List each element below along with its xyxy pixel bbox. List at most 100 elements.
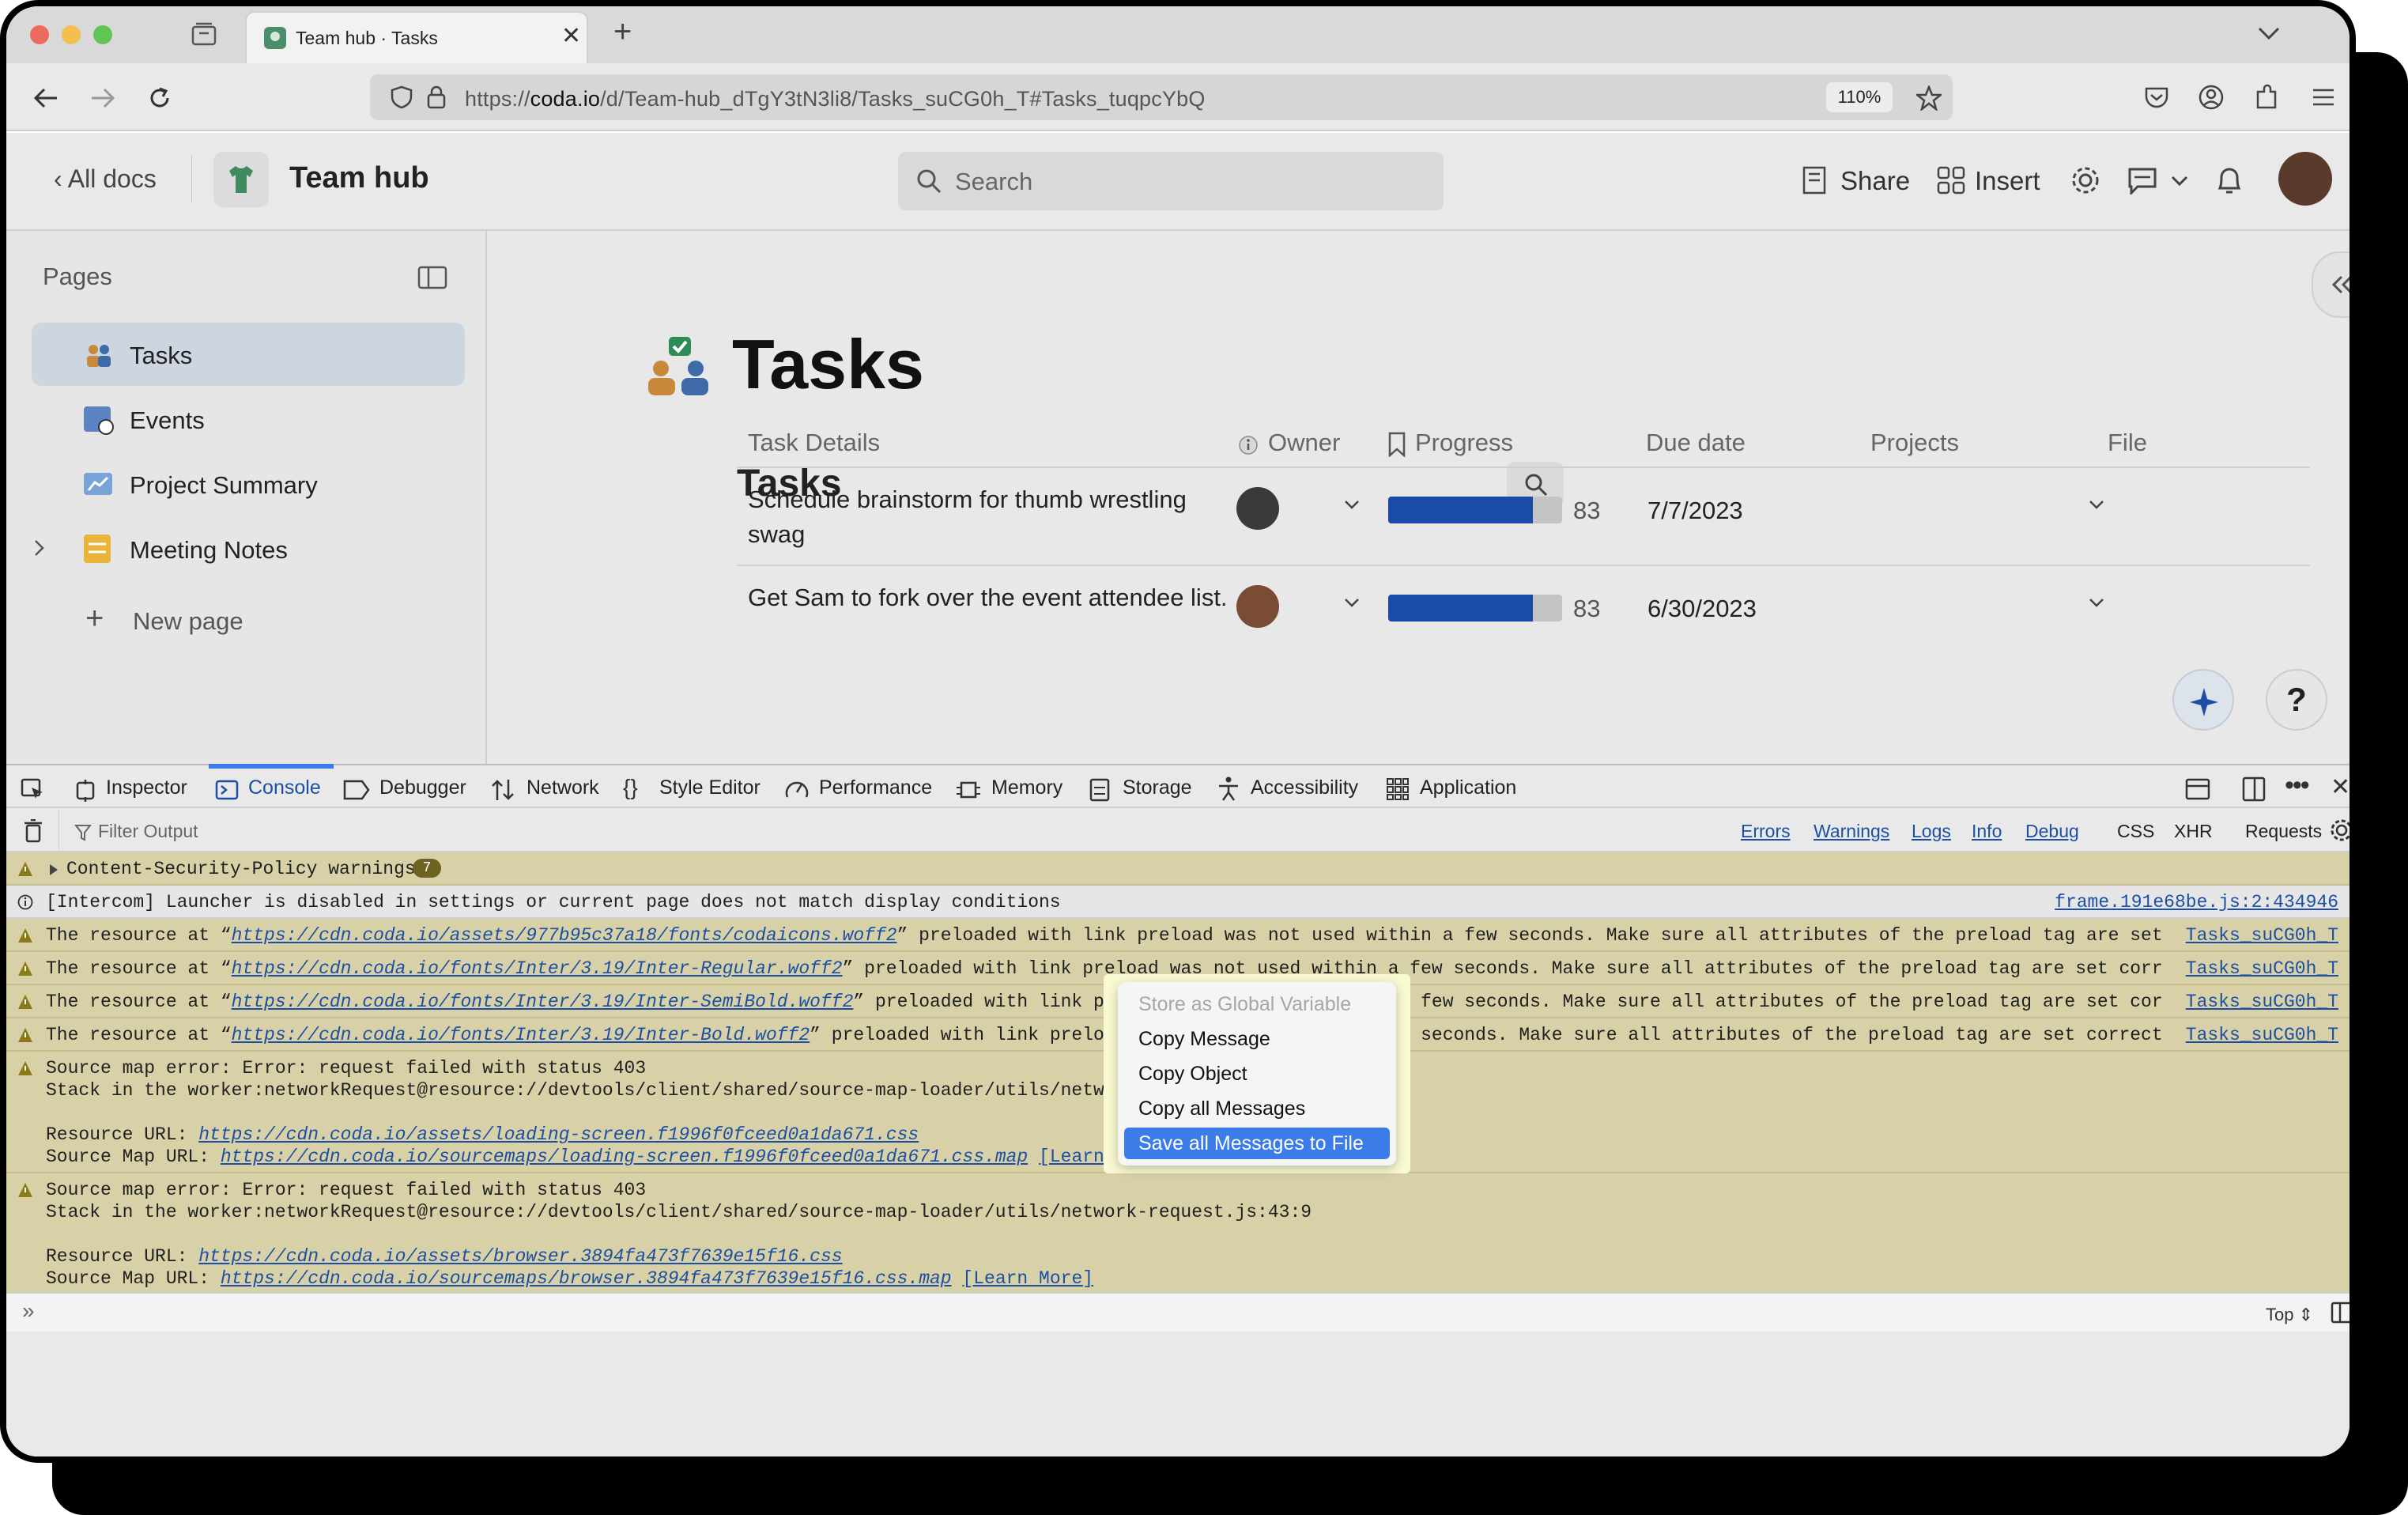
expand-chevron-icon[interactable] <box>33 539 46 557</box>
toggle-sidebar-icon[interactable] <box>417 266 447 289</box>
menu-copy-all-messages[interactable]: Copy all Messages <box>1124 1093 1390 1124</box>
task-details-cell[interactable]: Schedule brainstorm for thumb wrestling … <box>748 482 1238 552</box>
tab-memory[interactable]: Memory <box>991 776 1062 799</box>
comments-dropdown-icon[interactable] <box>2171 176 2188 187</box>
tab-storage[interactable]: Storage <box>1123 776 1192 799</box>
filter-xhr[interactable]: XHR <box>2174 821 2213 842</box>
column-file[interactable]: File <box>2108 429 2147 457</box>
tab-team-hub[interactable]: Team hub · Tasks ✕ <box>245 11 588 63</box>
filter-warnings[interactable]: Warnings <box>1814 821 1889 842</box>
message-source-link[interactable]: frame.191e68be.js:2:434946 <box>2055 892 2338 912</box>
console-message[interactable]: The resource at “https://cdn.coda.io/ass… <box>6 919 2349 952</box>
filter-errors[interactable]: Errors <box>1741 821 1791 842</box>
pocket-icon[interactable] <box>2144 85 2169 109</box>
minimize-window-button[interactable] <box>62 25 81 44</box>
ai-assistant-button[interactable] <box>2172 669 2234 731</box>
close-window-button[interactable] <box>30 25 49 44</box>
tab-network[interactable]: Network <box>527 776 599 799</box>
filter-logs[interactable]: Logs <box>1912 821 1951 842</box>
close-tab-icon[interactable]: ✕ <box>561 22 581 50</box>
menu-icon[interactable] <box>2312 87 2335 108</box>
sidebar-item-events[interactable]: Events <box>32 387 465 451</box>
reload-icon[interactable] <box>147 85 172 111</box>
owner-avatar[interactable] <box>1236 585 1279 628</box>
more-options-icon[interactable]: ••• <box>2285 770 2310 801</box>
tab-overview-icon[interactable] <box>191 22 217 46</box>
column-progress[interactable]: Progress <box>1415 429 1513 457</box>
forward-arrow-icon[interactable] <box>90 87 115 109</box>
projects-dropdown-icon[interactable] <box>2089 598 2104 609</box>
owner-avatar[interactable] <box>1236 487 1279 530</box>
new-tab-icon[interactable]: + <box>613 14 632 50</box>
console-input[interactable]: » Top ⇕ <box>6 1292 2349 1332</box>
account-icon[interactable] <box>2198 84 2225 111</box>
column-owner[interactable]: Owner <box>1268 429 1340 457</box>
notifications-bell-icon[interactable] <box>2215 164 2244 196</box>
filter-input[interactable]: Filter Output <box>98 821 198 842</box>
doc-title[interactable]: Team hub <box>289 161 429 195</box>
close-devtools-icon[interactable]: ✕ <box>2331 773 2349 801</box>
settings-gear-icon[interactable] <box>2070 164 2101 196</box>
back-arrow-icon[interactable] <box>33 87 59 109</box>
task-details-cell[interactable]: Get Sam to fork over the event attendee … <box>748 580 1238 615</box>
column-task-details[interactable]: Task Details <box>748 429 880 457</box>
owner-dropdown-icon[interactable] <box>1344 500 1360 511</box>
message-source-link[interactable]: Tasks_suCG0h_T <box>2161 925 2338 946</box>
message-source-link[interactable]: Tasks_suCG0h_T <box>2161 992 2338 1012</box>
due-date-cell[interactable]: 7/7/2023 <box>1647 497 1743 525</box>
console-settings-gear-icon[interactable] <box>2329 818 2354 843</box>
doc-icon[interactable] <box>213 152 269 207</box>
all-docs-link[interactable]: ‹ All docs <box>54 164 157 194</box>
insert-button[interactable]: Insert <box>1975 166 2040 196</box>
tab-performance[interactable]: Performance <box>819 776 932 799</box>
warning-icon <box>18 1028 32 1042</box>
menu-save-all-messages-to-file[interactable]: Save all Messages to File <box>1124 1128 1390 1159</box>
owner-dropdown-icon[interactable] <box>1344 598 1360 609</box>
console-message[interactable]: [Intercom] Launcher is disabled in setti… <box>6 886 2349 919</box>
menu-copy-message[interactable]: Copy Message <box>1124 1023 1390 1055</box>
dock-side-icon[interactable] <box>2242 776 2266 802</box>
tab-accessibility[interactable]: Accessibility <box>1251 776 1358 799</box>
comments-icon[interactable] <box>2127 166 2158 195</box>
sidebar-item-project-summary[interactable]: Project Summary <box>32 452 465 516</box>
filter-requests[interactable]: Requests <box>2245 821 2322 842</box>
bookmark-star-icon[interactable] <box>1916 85 1942 111</box>
chevron-down-icon[interactable] <box>2258 25 2280 41</box>
filter-info[interactable]: Info <box>1972 821 2002 842</box>
shield-icon[interactable] <box>391 85 413 109</box>
zoom-window-button[interactable] <box>93 25 112 44</box>
trash-icon[interactable] <box>24 819 43 843</box>
context-selector[interactable]: Top ⇕ <box>2266 1305 2313 1325</box>
zoom-level-badge[interactable]: 110% <box>1826 82 1893 112</box>
expand-triangle-icon[interactable] <box>49 863 59 876</box>
new-page-button[interactable]: + New page <box>32 588 465 652</box>
menu-copy-object[interactable]: Copy Object <box>1124 1058 1390 1090</box>
tab-debugger[interactable]: Debugger <box>379 776 466 799</box>
extensions-icon[interactable] <box>2255 84 2280 111</box>
split-console-icon[interactable] <box>2185 778 2210 800</box>
projects-dropdown-icon[interactable] <box>2089 500 2104 511</box>
editor-mode-icon[interactable] <box>2331 1302 2354 1324</box>
sidebar-item-tasks[interactable]: Tasks <box>32 323 465 386</box>
help-button[interactable]: ? <box>2266 669 2327 731</box>
tab-style-editor[interactable]: Style Editor <box>659 776 761 799</box>
message-source-link[interactable]: Tasks_suCG0h_T <box>2161 958 2338 979</box>
tab-inspector[interactable]: Inspector <box>106 776 187 799</box>
filter-css[interactable]: CSS <box>2117 821 2154 842</box>
tab-application[interactable]: Application <box>1420 776 1516 799</box>
filter-debug[interactable]: Debug <box>2025 821 2079 842</box>
url-bar[interactable]: https://coda.io/d/Team-hub_dTgY3tN3li8/T… <box>370 74 1953 120</box>
sidebar-item-meeting-notes[interactable]: Meeting Notes <box>32 517 465 580</box>
column-due-date[interactable]: Due date <box>1646 429 1746 457</box>
console-message-group[interactable]: Content-Security-Policy warnings 7 <box>6 852 2349 886</box>
column-projects[interactable]: Projects <box>1870 429 1959 457</box>
user-avatar[interactable] <box>2278 152 2332 206</box>
share-button[interactable]: Share <box>1840 166 1910 196</box>
collapse-panel-button[interactable] <box>2312 251 2349 318</box>
message-source-link[interactable]: Tasks_suCG0h_T <box>2161 1025 2338 1045</box>
search-input[interactable]: Search <box>898 152 1444 210</box>
due-date-cell[interactable]: 6/30/2023 <box>1647 595 1757 623</box>
tab-console[interactable]: Console <box>248 776 321 799</box>
console-message[interactable]: Source map error: Error: request failed … <box>6 1173 2349 1295</box>
element-picker-icon[interactable] <box>21 778 44 800</box>
